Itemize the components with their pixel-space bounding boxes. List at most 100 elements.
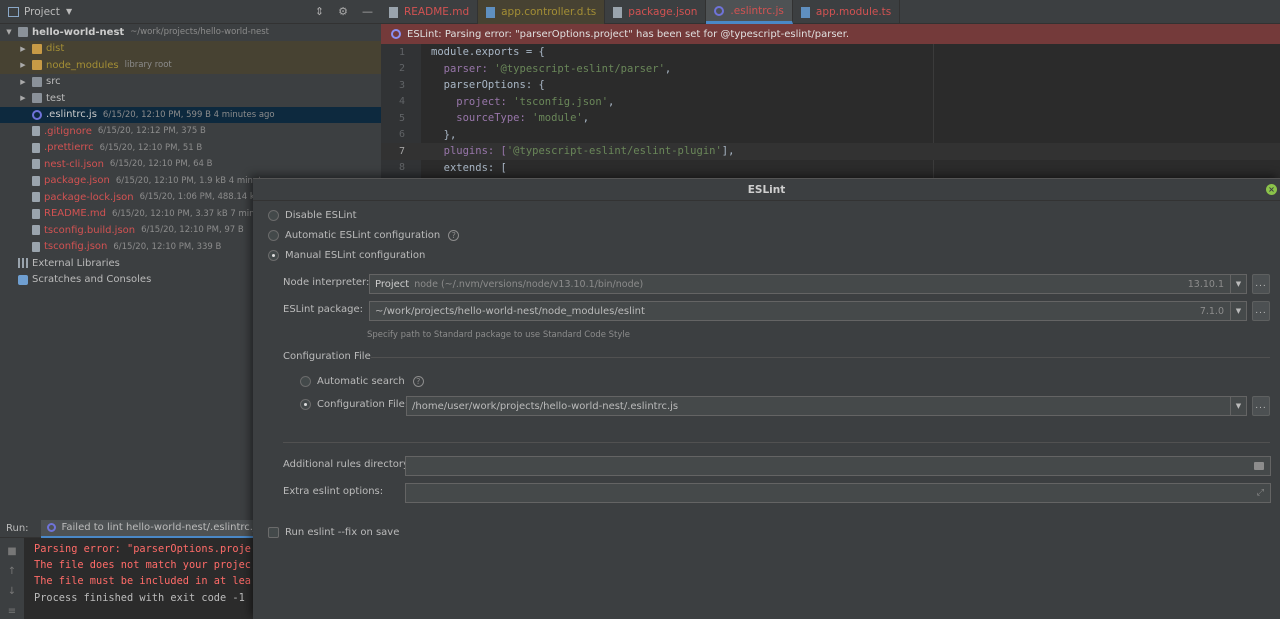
dialog-title-bar: ESLint × (253, 179, 1280, 201)
code-line: 1 module.exports = { (381, 44, 1280, 61)
tree-folder-test[interactable]: ▶ test (0, 90, 381, 107)
help-icon[interactable]: ? (412, 376, 424, 387)
tree-folder-node-modules[interactable]: ▶ node_modules library root (0, 57, 381, 74)
disable-eslint-radio[interactable]: Disable ESLint (268, 210, 357, 221)
file-name: tsconfig.json (44, 241, 108, 253)
project-header: Project ▼ ⇕ ⚙ — (0, 0, 381, 24)
typescript-file-icon (486, 6, 496, 18)
file-meta: 6/15/20, 12:10 PM, 51 B (99, 142, 203, 153)
chevron-down-icon[interactable]: ▼ (1230, 397, 1246, 415)
chevron-down-icon[interactable]: ▼ (66, 7, 72, 16)
tab-label: package.json (628, 6, 698, 18)
configuration-file-section: Configuration File (283, 351, 371, 362)
console-line: The file must be included in at lea (34, 575, 251, 587)
line-number: 2 (398, 63, 405, 75)
run-tab[interactable]: Failed to lint hello-world-nest/.eslintr… (40, 519, 284, 538)
node-interpreter-select[interactable]: Project node (~/.nvm/versions/node/v13.1… (369, 274, 1247, 294)
tab-eslintrc[interactable]: .eslintrc.js (706, 0, 793, 24)
code-string: '@typescript-eslint/eslint-plugin' (506, 145, 722, 158)
radio-icon[interactable] (268, 210, 279, 221)
gear-icon[interactable]: ⚙ (338, 5, 348, 18)
radio-icon[interactable] (300, 376, 311, 387)
tab-readme[interactable]: README.md (381, 0, 479, 24)
configuration-file-path: /home/user/work/projects/hello-world-nes… (412, 400, 679, 412)
file-name: package.json (44, 175, 110, 187)
configuration-file-browse-button[interactable]: ... (1252, 396, 1270, 416)
folder-icon[interactable] (1254, 462, 1264, 470)
line-number: 5 (398, 112, 405, 124)
tree-file[interactable]: nest-cli.json 6/15/20, 12:10 PM, 64 B (0, 156, 381, 173)
file-icon (32, 241, 40, 252)
node-version: 13.10.1 (1187, 278, 1224, 290)
chevron-down-icon[interactable]: ▼ (1230, 302, 1246, 320)
root-name: hello-world-nest (32, 26, 125, 38)
checkbox-icon[interactable] (268, 527, 279, 538)
radio-icon[interactable] (268, 230, 279, 241)
code-key: sourceType: (431, 112, 533, 125)
eslint-icon (391, 29, 401, 39)
run-tab-label: Failed to lint hello-world-nest/.eslintr… (61, 522, 261, 533)
configuration-file-input[interactable]: /home/user/work/projects/hello-world-nes… (406, 396, 1247, 416)
close-icon[interactable]: × (1266, 184, 1277, 195)
file-name: package-lock.json (44, 191, 134, 203)
tree-folder-src[interactable]: ▶ src (0, 74, 381, 91)
tab-app-controller[interactable]: app.controller.d.ts (478, 0, 606, 24)
eslint-package-select[interactable]: ~/work/projects/hello-world-nest/node_mo… (369, 301, 1247, 321)
automatic-search-radio[interactable]: Automatic search ? (300, 376, 424, 387)
automatic-config-radio[interactable]: Automatic ESLint configuration ? (268, 230, 460, 241)
arrow-down-icon[interactable]: ↓ (8, 586, 16, 597)
file-name: .gitignore (44, 125, 92, 137)
folder-meta: library root (124, 60, 172, 71)
eslint-package-label: ESLint package: (283, 304, 364, 315)
code-punct: , (664, 62, 672, 75)
radio-icon-selected[interactable] (300, 399, 311, 410)
file-icon (32, 208, 40, 219)
node-browse-button[interactable]: ... (1252, 274, 1270, 294)
fix-on-save-checkbox[interactable]: Run eslint --fix on save (268, 527, 399, 538)
radio-label: Disable ESLint (285, 210, 357, 221)
collapse-arrow-icon[interactable]: ▶ (18, 78, 28, 86)
stop-icon[interactable]: ■ (7, 546, 16, 557)
code-editor[interactable]: 1 module.exports = { 2 parser: '@typescr… (381, 44, 1280, 178)
tree-file[interactable]: .prettierrc 6/15/20, 12:10 PM, 51 B (0, 140, 381, 157)
node-interpreter-label: Node interpreter: (283, 277, 370, 288)
help-icon[interactable]: ? (448, 230, 460, 241)
code-punct: , (582, 112, 590, 125)
additional-rules-input[interactable] (405, 456, 1271, 476)
folder-icon (32, 93, 42, 104)
expand-arrow-icon[interactable]: ▼ (4, 28, 14, 36)
collapse-arrow-icon[interactable]: ▶ (18, 94, 28, 102)
file-icon (32, 142, 40, 153)
project-title[interactable]: Project (24, 6, 60, 18)
tree-root[interactable]: ▼ hello-world-nest ~/work/projects/hello… (0, 24, 381, 41)
arrow-up-icon[interactable]: ↑ (8, 566, 16, 577)
tree-file-eslintrc[interactable]: .eslintrc.js 6/15/20, 12:10 PM, 599 B 4 … (0, 106, 381, 123)
expand-icon[interactable]: ⤢ (1257, 488, 1264, 498)
line-number: 8 (398, 162, 405, 174)
code-string: 'module' (532, 112, 583, 125)
wrap-icon[interactable]: ≡ (8, 606, 16, 617)
additional-rules-label: Additional rules directory: (283, 459, 412, 470)
manual-config-radio[interactable]: Manual ESLint configuration (268, 250, 425, 261)
line-number: 4 (398, 96, 405, 108)
tab-package-json[interactable]: package.json (605, 0, 707, 24)
file-meta: 6/15/20, 12:10 PM, 64 B (109, 159, 213, 170)
extra-options-input[interactable]: ⤢ (405, 483, 1271, 503)
chevron-down-icon[interactable]: ▼ (1230, 275, 1246, 293)
scratches-label: Scratches and Consoles (32, 274, 152, 286)
collapse-arrow-icon[interactable]: ▶ (18, 61, 28, 69)
tree-file[interactable]: .gitignore 6/15/20, 12:12 PM, 375 B (0, 123, 381, 140)
tab-app-module[interactable]: app.module.ts (793, 0, 901, 24)
tree-folder-dist[interactable]: ▶ dist (0, 40, 381, 57)
run-label: Run: (6, 523, 29, 534)
radio-icon-selected[interactable] (268, 250, 279, 261)
file-name: tsconfig.build.json (44, 224, 136, 236)
collapse-all-icon[interactable]: ⇕ (315, 5, 324, 18)
collapse-arrow-icon[interactable]: ▶ (18, 45, 28, 53)
tab-label: app.controller.d.ts (501, 6, 597, 18)
configuration-file-radio[interactable]: Configuration File: (300, 399, 408, 410)
eslint-package-browse-button[interactable]: ... (1252, 301, 1270, 321)
node-project-label: Project (375, 278, 410, 290)
minimize-icon[interactable]: — (362, 5, 373, 18)
eslint-package-path: ~/work/projects/hello-world-nest/node_mo… (375, 305, 645, 317)
